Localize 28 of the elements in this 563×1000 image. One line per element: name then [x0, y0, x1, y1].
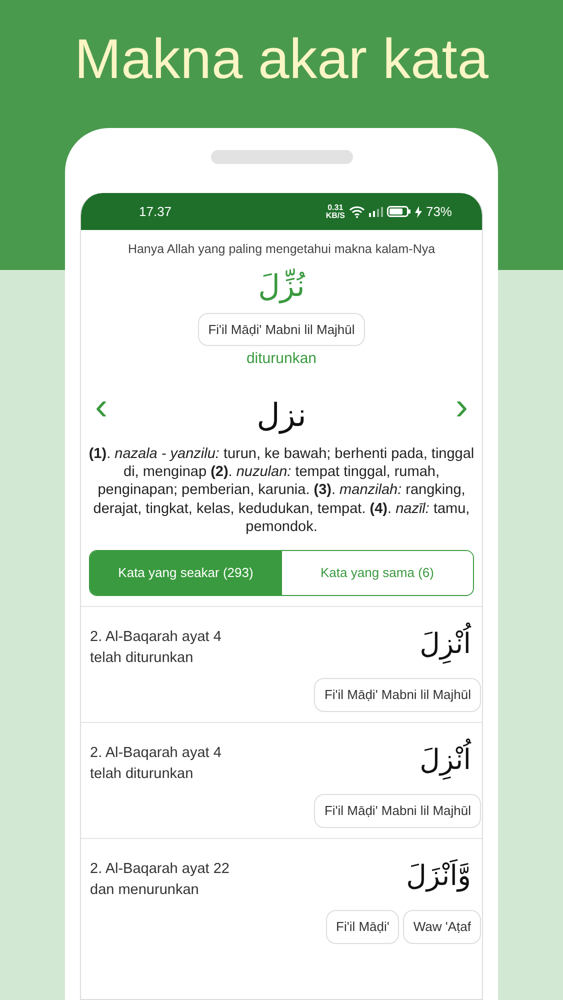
grammar-tag: Waw 'Aṭaf — [403, 910, 481, 944]
verse-reference: 2. Al-Baqarah ayat 4 — [90, 744, 222, 763]
definition-text: (1). nazala - yanzilu: turun, ke bawah; berhenti pada, tinggal di, menginap (2). nuzulan: tempat tinggal, rumah, penginapan; pemberian, karunia. (3). manzilah: rangking, derajat, tingkat, kelas, kedudukan, tempat. (4). nazīl: tamu, pemondok. — [88, 444, 476, 536]
arabic-word: وَّاَنْزَلَ — [406, 858, 472, 894]
word-meaning: telah diturunkan — [90, 765, 194, 784]
grammar-tag: Fi'il Māḍi' — [326, 910, 400, 944]
wifi-icon — [348, 206, 365, 218]
battery-icon — [386, 206, 411, 217]
disclaimer-text: Hanya Allah yang paling mengetahui makna kalam-Nya — [126, 241, 436, 258]
grammar-tag: Fi'il Māḍi' Mabni lil Majhūl — [198, 312, 365, 346]
word-meaning: diturunkan — [245, 349, 318, 370]
clock: 17.37 — [139, 202, 172, 221]
word-meaning: telah diturunkan — [90, 649, 194, 668]
root-word: نزل — [256, 394, 306, 436]
verse-reference: 2. Al-Baqarah ayat 22 — [90, 860, 230, 879]
verse-reference: 2. Al-Baqarah ayat 4 — [90, 628, 222, 647]
next-button[interactable]: › — [441, 388, 482, 426]
charging-icon — [414, 206, 422, 218]
network-speed: 0.31 KB/S — [326, 204, 345, 220]
previous-button[interactable]: ‹ — [81, 388, 122, 426]
grammar-tag: Fi'il Māḍi' Mabni lil Majhūl — [314, 794, 481, 828]
signal-icon — [368, 206, 383, 216]
word-meaning: dan menurunkan — [90, 881, 200, 900]
arabic-word: نُزِّلَ — [257, 268, 306, 305]
grammar-tag: Fi'il Māḍi' Mabni lil Majhūl — [314, 678, 481, 712]
battery-percent: 73% — [426, 202, 452, 221]
tab[interactable]: Kata yang seakar (293) — [90, 551, 282, 595]
headline: Makna akar kata — [74, 26, 490, 92]
